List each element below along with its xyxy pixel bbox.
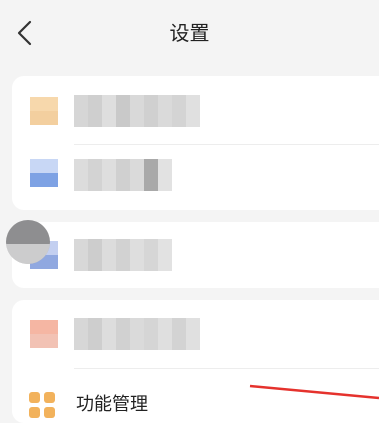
annotation-arrow <box>249 384 379 400</box>
